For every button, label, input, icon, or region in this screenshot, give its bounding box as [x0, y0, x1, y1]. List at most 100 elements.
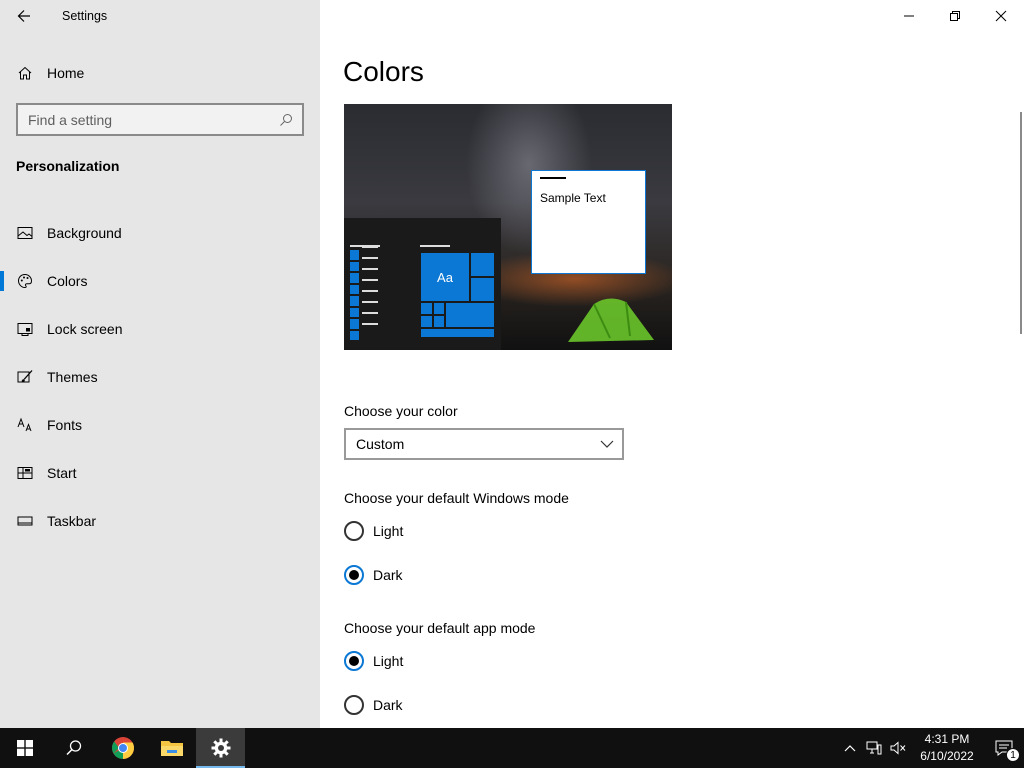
preview-app-labels [362, 246, 378, 334]
volume-muted-icon [890, 741, 906, 755]
scrollbar[interactable] [1020, 112, 1022, 334]
dropdown-value: Custom [356, 436, 405, 452]
sidebar-item-label: Colors [47, 273, 88, 289]
app-mode-light-option[interactable]: Light [344, 650, 403, 672]
windows-mode-light-option[interactable]: Light [344, 520, 403, 542]
sidebar-item-home[interactable]: Home [0, 58, 320, 88]
minimize-button[interactable] [886, 0, 932, 32]
sidebar-item-taskbar[interactable]: Taskbar [0, 497, 320, 545]
main-content: Colors Aa Sample Text Choose your color … [320, 0, 1024, 728]
app-mode-label: Choose your default app mode [344, 620, 536, 636]
sidebar: Settings Home Personalization Background… [0, 0, 320, 728]
fonts-icon [17, 417, 33, 433]
chevron-down-icon [600, 440, 614, 448]
radio-label: Dark [373, 697, 403, 713]
taskbar: 4:31 PM 6/10/2022 1 [0, 728, 1024, 768]
themes-brush-icon [17, 369, 33, 385]
radio-dot [349, 570, 359, 580]
radio-dot [349, 656, 359, 666]
radio-button-selected[interactable] [344, 565, 364, 585]
radio-label: Dark [373, 567, 403, 583]
back-button[interactable] [8, 4, 40, 28]
palette-icon [17, 273, 33, 289]
show-hidden-icons-button[interactable] [838, 728, 862, 768]
sidebar-item-lock-screen[interactable]: Lock screen [0, 305, 320, 353]
network-button[interactable] [862, 728, 886, 768]
preview-app-list [350, 250, 359, 340]
start-icon [17, 465, 33, 481]
chrome-icon [111, 737, 134, 759]
sidebar-item-background[interactable]: Background [0, 209, 320, 257]
close-button[interactable] [978, 0, 1024, 32]
network-icon [866, 741, 882, 755]
preview-tile [445, 302, 495, 328]
sidebar-item-label: Background [47, 225, 122, 241]
section-heading: Personalization [16, 158, 120, 174]
windows-logo-icon [16, 740, 33, 756]
choose-color-dropdown[interactable]: Custom [344, 428, 624, 460]
radio-label: Light [373, 523, 404, 539]
start-button[interactable] [0, 728, 49, 768]
windows-mode-dark-option[interactable]: Dark [344, 564, 403, 586]
page-title: Colors [343, 56, 424, 87]
window-controls [886, 0, 1024, 32]
preview-tile [470, 252, 495, 277]
clock-time: 4:31 PM [924, 732, 970, 746]
preview-tile [420, 328, 495, 338]
title-bar-left: Settings [0, 0, 320, 32]
preview-window: Sample Text [531, 170, 646, 274]
sidebar-item-colors[interactable]: Colors [0, 257, 320, 305]
radio-button-selected[interactable] [344, 651, 364, 671]
chevron-up-icon [844, 745, 856, 752]
sidebar-item-label: Home [47, 65, 85, 81]
volume-button[interactable] [886, 728, 910, 768]
action-center-button[interactable]: 1 [984, 728, 1024, 768]
sidebar-item-label: Fonts [47, 417, 83, 433]
taskbar-file-explorer-button[interactable] [147, 728, 196, 768]
preview-tiles: Aa [420, 252, 495, 338]
preview-tile [420, 315, 433, 328]
taskbar-search-button[interactable] [49, 728, 98, 768]
app-title: Settings [62, 9, 108, 23]
close-icon [995, 10, 1007, 22]
color-preview: Aa Sample Text [344, 104, 672, 350]
start-menu-preview: Aa [344, 218, 501, 350]
sidebar-item-fonts[interactable]: Fonts [0, 401, 320, 449]
preview-line [420, 245, 450, 247]
taskbar-chrome-button[interactable] [98, 728, 147, 768]
search-icon[interactable] [278, 112, 294, 128]
sidebar-item-themes[interactable]: Themes [0, 353, 320, 401]
preview-tile [470, 277, 495, 302]
sidebar-item-label: Start [47, 465, 77, 481]
windows-mode-label: Choose your default Windows mode [344, 490, 569, 506]
tent-image [568, 298, 654, 342]
picture-icon [17, 225, 33, 241]
file-explorer-icon [160, 741, 183, 756]
sidebar-item-start[interactable]: Start [0, 449, 320, 497]
back-arrow-icon [17, 10, 30, 22]
radio-label: Light [373, 653, 404, 669]
sidebar-nav: Background Colors Lock screen Themes Fon… [0, 209, 320, 545]
search-box [16, 103, 304, 136]
clock-date: 6/10/2022 [920, 749, 974, 763]
restore-icon [950, 11, 960, 21]
preview-window-title-line [540, 177, 566, 179]
search-icon [65, 740, 81, 756]
lock-screen-icon [17, 321, 33, 337]
clock[interactable]: 4:31 PM 6/10/2022 [910, 731, 984, 765]
preview-tile [433, 302, 445, 315]
sidebar-item-label: Taskbar [47, 513, 97, 529]
taskbar-settings-button[interactable] [196, 728, 245, 768]
sidebar-item-label: Themes [47, 369, 98, 385]
taskbar-icon [17, 513, 33, 529]
restore-button[interactable] [932, 0, 978, 32]
home-icon [17, 65, 33, 81]
radio-button[interactable] [344, 695, 364, 715]
app-mode-dark-option[interactable]: Dark [344, 694, 403, 716]
system-tray: 4:31 PM 6/10/2022 1 [838, 728, 1024, 768]
search-input[interactable] [18, 105, 278, 134]
notification-count-badge: 1 [1006, 748, 1020, 762]
minimize-icon [904, 15, 914, 17]
radio-button[interactable] [344, 521, 364, 541]
preview-tile-aa: Aa [420, 252, 470, 302]
